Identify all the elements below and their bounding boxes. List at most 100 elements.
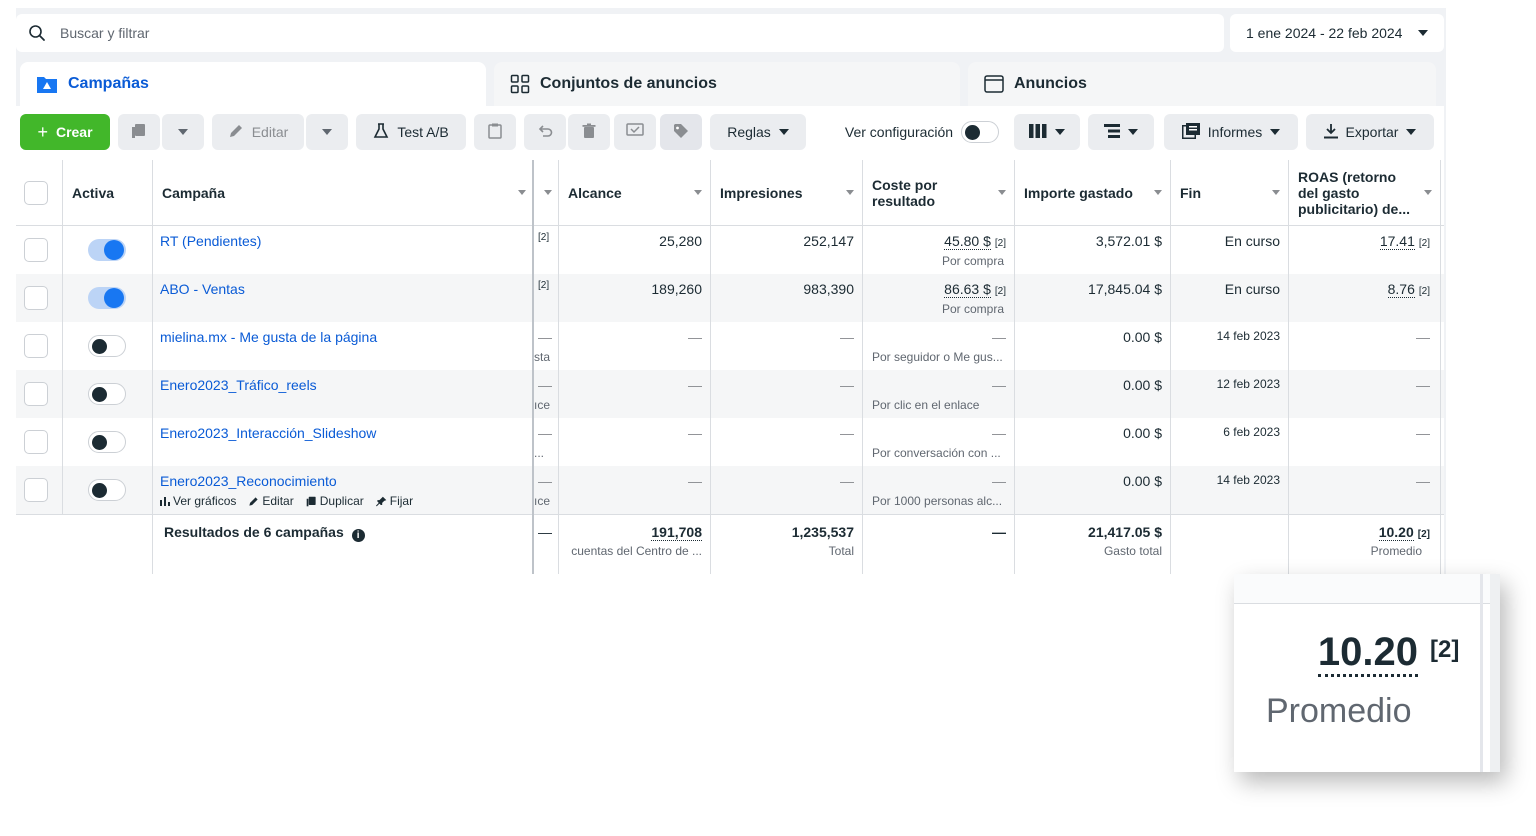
select-all-checkbox[interactable] [24, 181, 48, 205]
view-charts-action[interactable]: Ver gráficos [160, 494, 236, 508]
breakdown-icon [1104, 123, 1120, 141]
impressions-value: — [840, 329, 854, 345]
campaign-toggle-on[interactable] [88, 239, 126, 261]
chevron-down-icon [778, 129, 789, 135]
date-range-picker[interactable]: 1 ene 2024 - 22 feb 2024 [1230, 14, 1444, 52]
delete-button[interactable] [568, 114, 610, 150]
campaign-toggle-off[interactable] [88, 479, 126, 501]
cost-header-line1: Coste por [872, 177, 938, 193]
column-header-roas[interactable]: ROAS (retorno del gasto publicitario) de..… [1290, 160, 1440, 226]
reach-value: — [688, 425, 702, 441]
pin-action[interactable]: Fijar [375, 494, 413, 508]
tab-campaigns[interactable]: Campañas [20, 62, 486, 106]
end-date-value: 14 feb 2023 [1216, 473, 1280, 487]
end-date-value: 14 feb 2023 [1216, 329, 1280, 343]
campaign-name-link[interactable]: ABO - Ventas [160, 281, 245, 297]
frozen-column-divider[interactable] [532, 160, 534, 574]
edit-button[interactable]: Editar [212, 114, 304, 150]
undo-button[interactable] [524, 114, 566, 150]
partial-column-sub: ... [534, 446, 545, 460]
columns-dropdown[interactable] [1014, 114, 1080, 150]
row-checkbox[interactable] [24, 430, 48, 454]
totals-spent-sub: Gasto total [1103, 544, 1162, 558]
zoom-inset: 10.20 [2] Promedio [1234, 574, 1500, 772]
column-header-amount-spent[interactable]: Importe gastado [1016, 160, 1170, 226]
row-checkbox[interactable] [24, 334, 48, 358]
campaign-name-link[interactable]: Enero2023_Interacción_Slideshow [160, 425, 376, 441]
row-checkbox[interactable] [24, 286, 48, 310]
chevron-down-icon [1270, 129, 1281, 135]
tab-ads[interactable]: Anuncios [968, 62, 1436, 106]
rules-dropdown[interactable]: Reglas [710, 114, 806, 150]
clipboard-button[interactable] [474, 114, 516, 150]
tab-ad-sets-label: Conjuntos de anuncios [540, 75, 717, 92]
sort-icon [998, 190, 1006, 195]
column-header-active[interactable]: Activa [64, 160, 152, 226]
row-checkbox[interactable] [24, 382, 48, 406]
amount-spent-value: 0.00 $ [1123, 473, 1162, 489]
duplicate-action-label: Duplicar [319, 494, 364, 508]
sort-icon [846, 190, 854, 195]
duplicate-dropdown[interactable] [162, 114, 204, 150]
column-header-campaign[interactable]: Campaña [154, 160, 534, 226]
column-header-partial[interactable] [534, 160, 558, 226]
totals-reach-value: 191,708 [651, 524, 702, 541]
campaign-name-link[interactable]: Enero2023_Reconocimiento [160, 473, 337, 489]
campaign-toggle-on[interactable] [88, 287, 126, 309]
rules-label: Reglas [727, 124, 771, 140]
duplicate-button[interactable] [118, 114, 160, 150]
end-date-value: En curso [1224, 233, 1280, 249]
campaign-toggle-off[interactable] [88, 383, 126, 405]
campaign-name-link[interactable]: mielina.mx - Me gusta de la página [160, 329, 377, 345]
breakdown-dropdown[interactable] [1088, 114, 1154, 150]
campaign-name-link[interactable]: RT (Pendientes) [160, 233, 261, 249]
campaign-name-link[interactable]: Enero2023_Tráfico_reels [160, 377, 317, 393]
export-dropdown[interactable]: Exportar [1306, 114, 1434, 150]
column-header-cost-per-result[interactable]: Coste por resultado [864, 160, 1014, 226]
campaign-toggle-off[interactable] [88, 431, 126, 453]
reach-value: 189,260 [651, 281, 702, 297]
tag-button[interactable] [660, 114, 702, 150]
view-settings-toggle[interactable] [961, 121, 1000, 143]
sort-icon [694, 190, 702, 195]
edit-action[interactable]: Editar [248, 494, 294, 508]
duplicate-action[interactable]: Duplicar [306, 494, 364, 508]
totals-reach-sub: cuentas del Centro de ... [571, 544, 702, 558]
roas-value-text: 17.41 [1379, 233, 1415, 250]
totals-spent: 21,417.05 $ [1088, 524, 1162, 540]
edit-dropdown[interactable] [306, 114, 348, 150]
campaigns-table: Activa Campaña Alcance Impresiones Coste… [16, 160, 1444, 574]
preview-button[interactable] [614, 114, 656, 150]
column-header-impressions[interactable]: Impresiones [712, 160, 862, 226]
reach-value: — [688, 473, 702, 489]
reports-dropdown[interactable]: Informes [1164, 114, 1298, 150]
row-checkbox[interactable] [24, 238, 48, 262]
tab-ad-sets[interactable]: Conjuntos de anuncios [494, 62, 960, 106]
impressions-value: 983,390 [803, 281, 854, 297]
info-icon[interactable]: i [351, 529, 365, 542]
roas-value-text: — [1416, 473, 1430, 489]
campaigns-panel: + Crear Editar Test A/B Reglas Ver confi… [16, 106, 1444, 574]
totals-roas: 10.20 [2] [1290, 524, 1430, 541]
column-header-reach[interactable]: Alcance [560, 160, 710, 226]
reports-icon [1181, 122, 1200, 142]
totals-impressions: 1,235,537 [791, 524, 854, 540]
roas-value-text: — [1416, 377, 1430, 393]
campaign-toggle-off[interactable] [88, 335, 126, 357]
pin-icon [375, 496, 387, 507]
bar-chart-icon [160, 496, 170, 506]
row-checkbox[interactable] [24, 478, 48, 502]
column-header-spent-label: Importe gastado [1024, 185, 1133, 201]
cost-footnote: [2] [994, 286, 1006, 297]
chevron-down-icon [322, 129, 332, 135]
column-divider [710, 160, 711, 574]
column-header-end[interactable]: Fin [1172, 160, 1288, 226]
ab-test-button[interactable]: Test A/B [356, 114, 466, 150]
column-divider [1170, 160, 1171, 574]
column-header-end-label: Fin [1180, 185, 1201, 201]
amount-spent-value: 0.00 $ [1123, 329, 1162, 345]
roas-value-text: 8.76 [1387, 281, 1415, 298]
search-bar[interactable]: Buscar y filtrar [16, 14, 1224, 52]
create-button[interactable]: + Crear [20, 114, 110, 150]
zoom-scroll-edge [1490, 574, 1500, 772]
